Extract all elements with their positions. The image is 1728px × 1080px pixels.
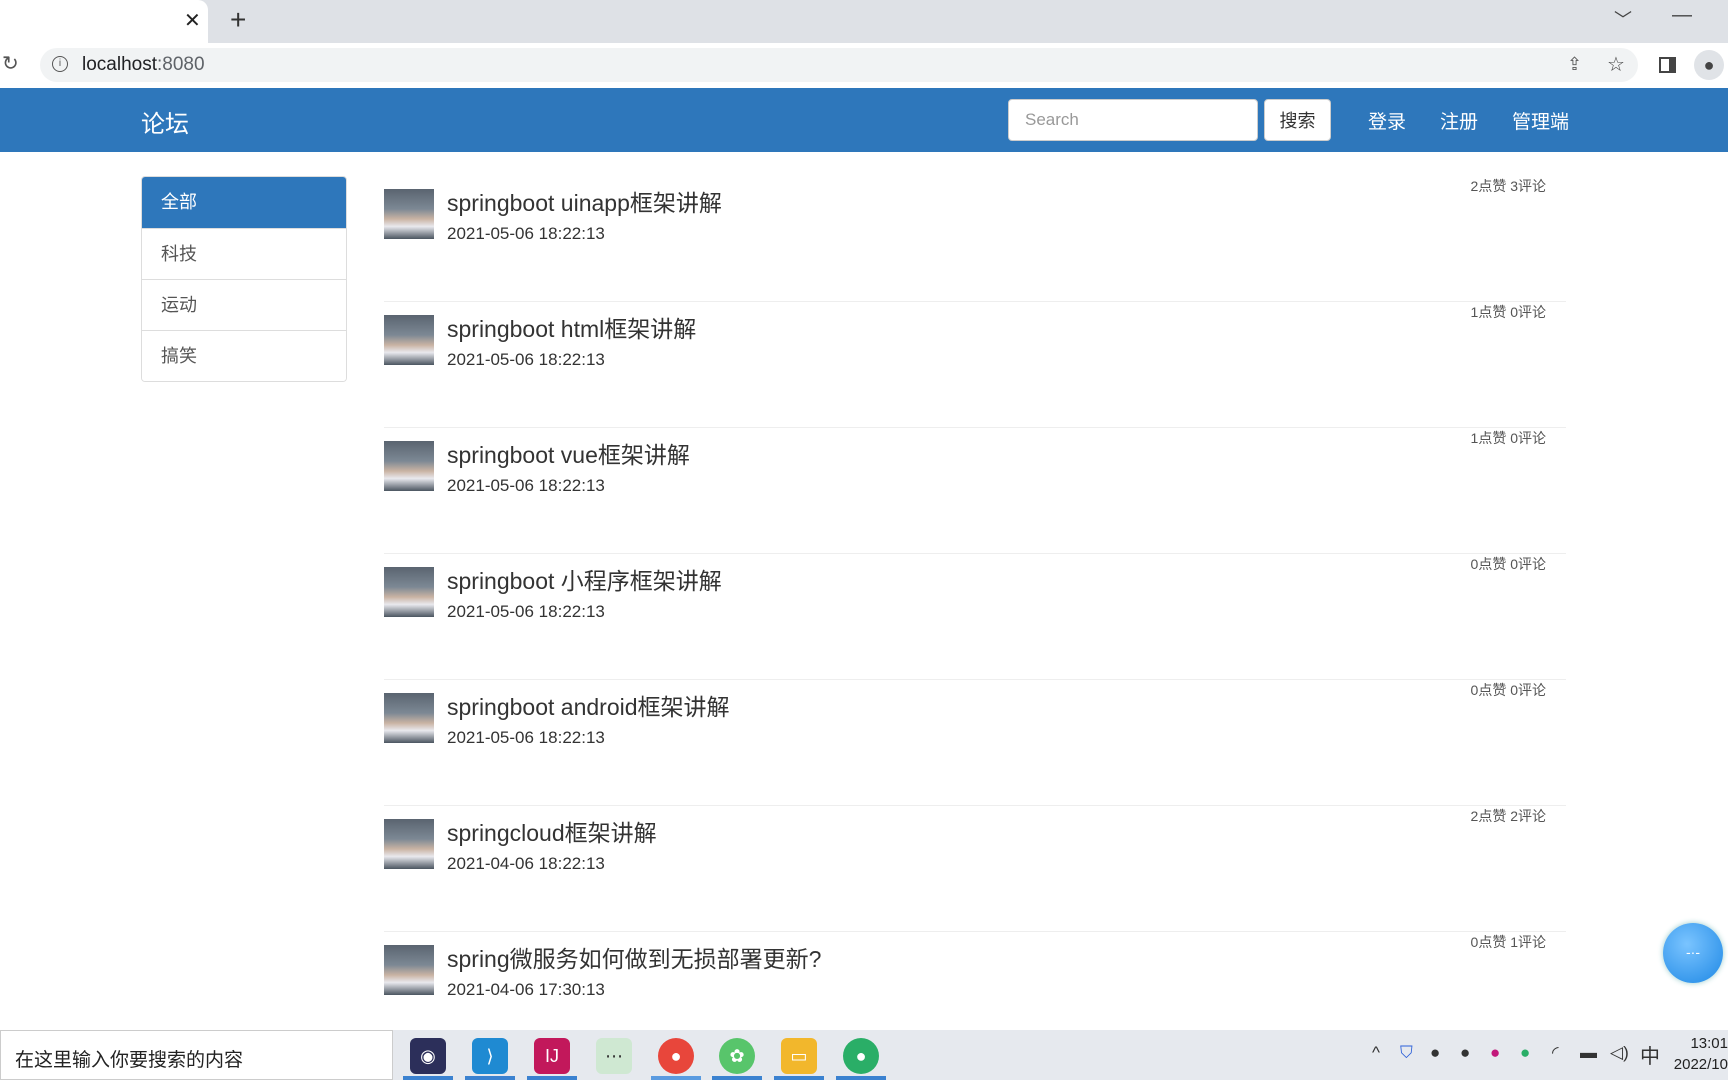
post-date: 2021-04-06 18:22:13 xyxy=(447,854,605,873)
post-item[interactable]: springcloud框架讲解 2021-04-06 18:22:13 2点赞 2评… xyxy=(384,806,1566,932)
clock-date: 2022/10 xyxy=(1673,1056,1728,1073)
battery-icon[interactable]: ▬ xyxy=(1580,1043,1597,1063)
address-bar[interactable] xyxy=(40,48,1638,82)
browser-tab[interactable] xyxy=(0,0,208,43)
minimize-icon[interactable]: — xyxy=(1672,4,1692,27)
author-avatar[interactable] xyxy=(384,945,434,995)
green-app-icon[interactable]: ✿ xyxy=(719,1038,755,1074)
running-indicator xyxy=(651,1076,701,1080)
post-title[interactable]: springboot android框架讲解 xyxy=(447,688,730,722)
url-host: localhost xyxy=(82,54,157,75)
chrome-icon[interactable]: ● xyxy=(658,1038,694,1074)
clock-time: 13:01 xyxy=(1690,1035,1728,1052)
post-date: 2021-05-06 18:22:13 xyxy=(447,476,605,495)
post-title[interactable]: springcloud框架讲解 xyxy=(447,814,657,848)
post-title[interactable]: springboot 小程序框架讲解 xyxy=(447,562,722,596)
profile-avatar-icon[interactable]: ● xyxy=(1694,50,1724,80)
bookmark-star-icon[interactable]: ☆ xyxy=(1607,52,1625,77)
login-link[interactable]: 登录 xyxy=(1368,107,1406,134)
url-port: :8080 xyxy=(157,54,205,75)
post-item[interactable]: springboot uinapp框架讲解 2021-05-06 18:22:13… xyxy=(384,176,1566,302)
reload-icon[interactable]: ↻ xyxy=(2,51,19,76)
author-avatar[interactable] xyxy=(384,189,434,239)
security-shield-icon[interactable]: ⛉ xyxy=(1400,1043,1413,1063)
post-stats: 0点赞 0评论 xyxy=(1470,682,1546,698)
post-item[interactable]: springboot 小程序框架讲解 2021-05-06 18:22:13 0点赞… xyxy=(384,554,1566,680)
search-button[interactable]: 搜索 xyxy=(1264,99,1331,141)
post-stats: 1点赞 0评论 xyxy=(1470,304,1546,320)
category-sports[interactable]: 运动 xyxy=(142,279,346,330)
info-icon[interactable]: i xyxy=(52,56,68,72)
post-date: 2021-05-06 18:22:13 xyxy=(447,350,605,369)
file-explorer-icon[interactable]: ▭ xyxy=(781,1038,817,1074)
register-link[interactable]: 注册 xyxy=(1440,107,1478,134)
clock[interactable]: 13:01 2022/10 xyxy=(1660,1033,1728,1075)
search-input[interactable] xyxy=(1008,99,1258,141)
post-stats: 2点赞 3评论 xyxy=(1470,178,1546,194)
volume-icon[interactable]: ◁) xyxy=(1610,1043,1629,1063)
wifi-icon[interactable]: ◜ xyxy=(1552,1043,1559,1063)
category-all[interactable]: 全部 xyxy=(142,177,346,228)
running-indicator xyxy=(527,1076,577,1080)
post-title[interactable]: springboot vue框架讲解 xyxy=(447,436,690,470)
running-indicator xyxy=(836,1076,886,1080)
site-brand[interactable]: 论坛 xyxy=(141,104,189,139)
side-panel-icon[interactable] xyxy=(1659,57,1676,73)
post-date: 2021-05-06 18:22:13 xyxy=(447,728,605,747)
intellij-icon[interactable]: IJ xyxy=(534,1038,570,1074)
qq-icon[interactable]: ● xyxy=(1460,1043,1470,1063)
post-item[interactable]: springboot android框架讲解 2021-05-06 18:22:1… xyxy=(384,680,1566,806)
new-tab-button[interactable]: + xyxy=(230,4,246,36)
close-tab-icon[interactable]: ✕ xyxy=(184,8,201,33)
author-avatar[interactable] xyxy=(384,441,434,491)
running-indicator xyxy=(712,1076,762,1080)
post-date: 2021-04-06 17:30:13 xyxy=(447,980,605,999)
post-title[interactable]: spring微服务如何做到无损部署更新? xyxy=(447,940,821,974)
qq-icon[interactable]: ● xyxy=(1490,1043,1500,1063)
tray-expand-icon[interactable]: ^ xyxy=(1372,1043,1380,1063)
author-avatar[interactable] xyxy=(384,567,434,617)
author-avatar[interactable] xyxy=(384,819,434,869)
post-item[interactable]: springboot vue框架讲解 2021-05-06 18:22:13 1点赞… xyxy=(384,428,1566,554)
post-date: 2021-05-06 18:22:13 xyxy=(447,602,605,621)
running-indicator xyxy=(774,1076,824,1080)
running-indicator xyxy=(465,1076,515,1080)
author-avatar[interactable] xyxy=(384,693,434,743)
post-stats: 0点赞 0评论 xyxy=(1470,556,1546,572)
post-title[interactable]: springboot html框架讲解 xyxy=(447,310,696,344)
url-text[interactable]: localhost:8080 xyxy=(82,54,205,76)
floating-assistant-button[interactable]: -·- xyxy=(1663,923,1723,983)
admin-link[interactable]: 管理端 xyxy=(1512,107,1569,134)
tab-search-chevron-icon[interactable]: ﹀ xyxy=(1614,6,1632,32)
ime-indicator[interactable]: 中 xyxy=(1640,1040,1660,1069)
wechat-tray-icon[interactable]: ● xyxy=(1520,1043,1530,1063)
post-stats: 2点赞 2评论 xyxy=(1470,808,1546,824)
qq-icon[interactable]: ● xyxy=(1430,1043,1440,1063)
vscode-icon[interactable]: ⟩ xyxy=(472,1038,508,1074)
post-item[interactable]: springboot html框架讲解 2021-05-06 18:22:13 1点… xyxy=(384,302,1566,428)
tab-strip xyxy=(0,0,1728,43)
post-stats: 1点赞 0评论 xyxy=(1470,430,1546,446)
wechat-icon[interactable]: ● xyxy=(843,1038,879,1074)
category-tech[interactable]: 科技 xyxy=(142,228,346,279)
category-list: 全部 科技 运动 搞笑 xyxy=(141,176,347,382)
share-icon[interactable]: ⇪ xyxy=(1567,54,1582,75)
eclipse-icon[interactable]: ◉ xyxy=(410,1038,446,1074)
category-funny[interactable]: 搞笑 xyxy=(142,330,346,381)
author-avatar[interactable] xyxy=(384,315,434,365)
post-title[interactable]: springboot uinapp框架讲解 xyxy=(447,184,722,218)
running-indicator xyxy=(403,1076,453,1080)
post-stats: 0点赞 1评论 xyxy=(1470,934,1546,950)
chat-app-icon[interactable]: ⋯ xyxy=(596,1038,632,1074)
post-date: 2021-05-06 18:22:13 xyxy=(447,224,605,243)
taskbar-search-box[interactable]: 在这里输入你要搜索的内容 xyxy=(0,1030,393,1080)
